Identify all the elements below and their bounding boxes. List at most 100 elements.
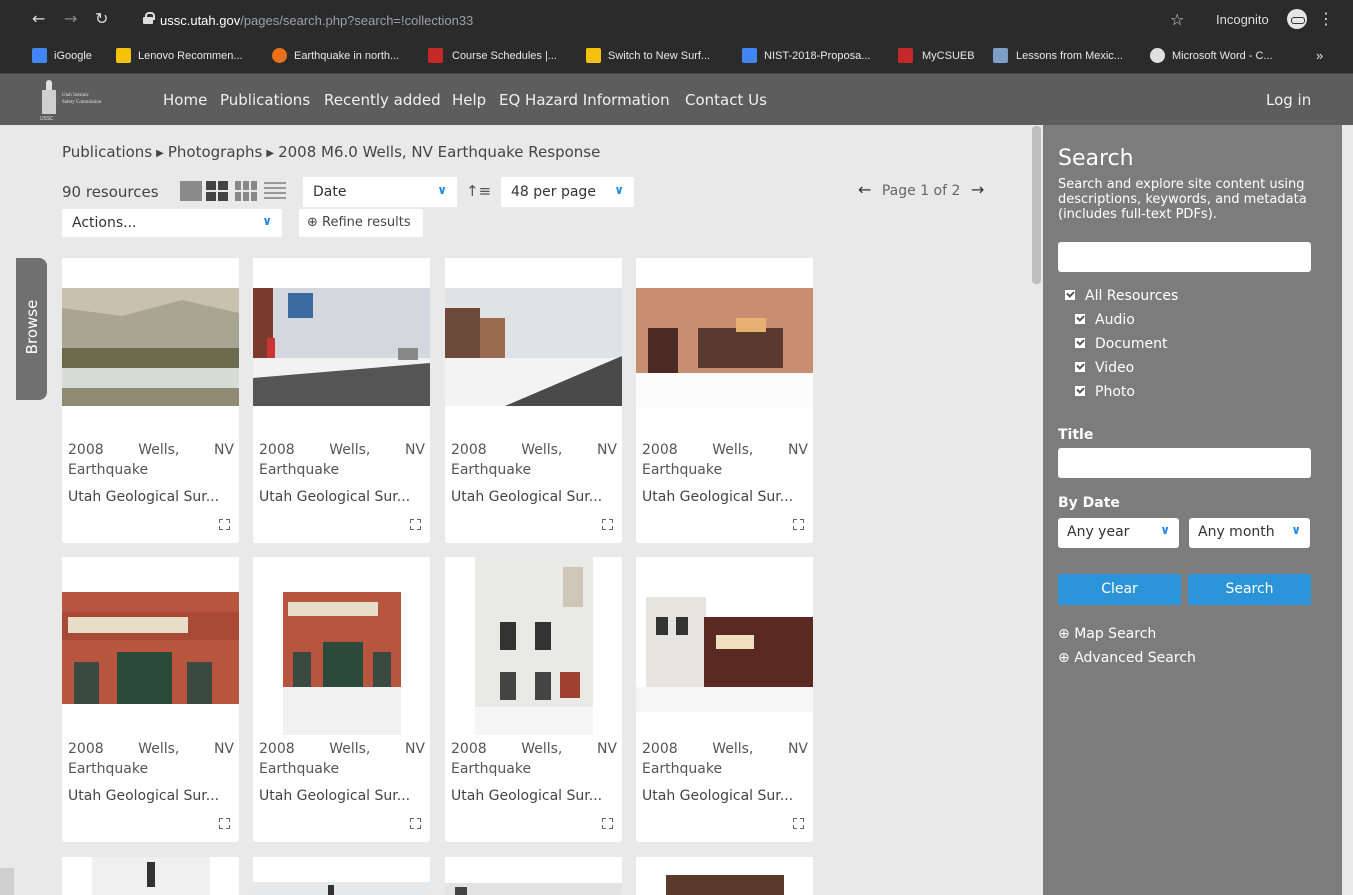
view-list-icon[interactable] <box>264 181 286 201</box>
year-select[interactable]: Any year ∨ <box>1058 518 1179 548</box>
thumbnail-image[interactable] <box>253 557 430 735</box>
earthquake-favicon-icon <box>272 48 287 63</box>
view-small-thumbs-icon[interactable] <box>235 181 257 201</box>
title-input[interactable] <box>1058 448 1311 478</box>
thumbnail-image[interactable] <box>636 857 813 895</box>
resource-card[interactable]: 2008 Wells, NV Earthquake Utah Geologica… <box>253 557 430 842</box>
expand-icon[interactable] <box>793 519 804 530</box>
expand-icon[interactable] <box>219 519 230 530</box>
nav-home[interactable]: Home <box>163 91 207 109</box>
card-title-line2: Earthquake <box>259 761 340 777</box>
pager: ← Page 1 of 2 → <box>858 180 984 199</box>
docs-favicon-icon <box>742 48 757 63</box>
bookmark-item[interactable]: MyCSUEB <box>922 50 975 62</box>
month-select[interactable]: Any month ∨ <box>1189 518 1310 548</box>
checkbox-video[interactable]: Video <box>1075 360 1134 376</box>
sort-direction-icon[interactable]: ↑≡ <box>466 182 491 200</box>
nav-publications[interactable]: Publications <box>220 91 310 109</box>
bookmark-item[interactable]: Lenovo Recommen... <box>138 50 243 62</box>
thumbnail-image[interactable] <box>253 258 430 436</box>
card-source: Utah Geological Sur... <box>259 489 411 505</box>
advanced-search-link[interactable]: ⊕ Advanced Search <box>1058 650 1196 666</box>
thumbnail-image[interactable] <box>62 258 239 436</box>
sort-select[interactable]: Date ∨ <box>303 177 457 207</box>
expand-icon[interactable] <box>219 818 230 829</box>
page-corner <box>0 868 14 895</box>
nav-recently-added[interactable]: Recently added <box>324 91 441 109</box>
bookmark-item[interactable]: iGoogle <box>54 50 92 62</box>
expand-icon[interactable] <box>602 519 613 530</box>
prev-page-icon[interactable]: ← <box>858 180 871 199</box>
resource-card[interactable]: 2008 Wells, NV Earthquake Utah Geologica… <box>62 557 239 842</box>
map-search-link[interactable]: ⊕ Map Search <box>1058 626 1156 642</box>
thumbnail-image[interactable] <box>62 557 239 735</box>
bookmark-item[interactable]: Lessons from Mexic... <box>1016 50 1123 62</box>
forward-icon[interactable]: → <box>64 9 77 28</box>
thumbnail-image[interactable] <box>445 857 622 895</box>
thumbnail-image[interactable] <box>445 258 622 436</box>
view-thumbs-icon[interactable] <box>206 181 228 201</box>
resource-card[interactable]: 2008 Wells, NV Earthquake Utah Geologica… <box>253 258 430 543</box>
bookmark-item[interactable]: NIST-2018-Proposa... <box>764 50 870 62</box>
expand-icon[interactable] <box>410 818 421 829</box>
resource-card[interactable] <box>62 857 239 895</box>
bookmark-item[interactable]: Microsoft Word - C... <box>1172 50 1273 62</box>
bookmark-item[interactable]: Earthquake in north... <box>294 50 399 62</box>
card-title-line1: 2008 Wells, NV <box>68 442 234 458</box>
back-icon[interactable]: ← <box>32 9 45 28</box>
thumbnail-image[interactable] <box>445 557 622 735</box>
checkbox-photo[interactable]: Photo <box>1075 384 1135 400</box>
checkbox-document[interactable]: Document <box>1075 336 1168 352</box>
browse-tab[interactable]: Browse <box>16 258 47 400</box>
search-button[interactable]: Search <box>1188 574 1311 605</box>
resource-card[interactable] <box>253 857 430 895</box>
page-scrollbar-thumb[interactable] <box>1032 126 1041 284</box>
login-link[interactable]: Log in <box>1266 91 1311 109</box>
expand-icon[interactable] <box>410 519 421 530</box>
resource-card[interactable]: 2008 Wells, NV Earthquake Utah Geologica… <box>62 258 239 543</box>
incognito-icon[interactable] <box>1287 9 1307 29</box>
resource-card[interactable]: 2008 Wells, NV Earthquake Utah Geologica… <box>636 258 813 543</box>
nav-eq-hazard[interactable]: EQ Hazard Information <box>499 91 670 109</box>
site-logo[interactable]: Utah Seismic Safety Commission USSC <box>40 80 136 122</box>
nav-help[interactable]: Help <box>452 91 486 109</box>
checkbox-audio[interactable]: Audio <box>1075 312 1135 328</box>
checkbox-label: Document <box>1095 336 1168 352</box>
thumbnail-image[interactable] <box>636 258 813 436</box>
breadcrumb-current[interactable]: 2008 M6.0 Wells, NV Earthquake Response <box>278 143 600 161</box>
actions-select[interactable]: Actions... ∨ <box>62 209 282 237</box>
view-large-thumbs-icon[interactable] <box>180 181 202 201</box>
clear-button[interactable]: Clear <box>1058 574 1181 605</box>
address-bar[interactable]: ussc.utah.gov/pages/search.php?search=!c… <box>160 13 473 28</box>
next-page-icon[interactable]: → <box>971 180 984 199</box>
expand-icon[interactable] <box>793 818 804 829</box>
refine-results-button[interactable]: ⊕ Refine results <box>299 209 423 237</box>
url-host: ussc.utah.gov <box>160 13 241 28</box>
thumbnail-image[interactable] <box>253 857 430 895</box>
reload-icon[interactable]: ↻ <box>95 9 108 28</box>
resource-card[interactable]: 2008 Wells, NV Earthquake Utah Geologica… <box>445 258 622 543</box>
expand-icon[interactable] <box>602 818 613 829</box>
bookmark-item[interactable]: Course Schedules |... <box>452 50 557 62</box>
browser-menu-icon[interactable]: ⋮ <box>1318 9 1334 28</box>
lock-icon <box>143 12 155 24</box>
resource-card[interactable]: 2008 Wells, NV Earthquake Utah Geologica… <box>636 557 813 842</box>
resource-card[interactable] <box>445 857 622 895</box>
search-input[interactable] <box>1058 242 1311 272</box>
bookmark-star-icon[interactable]: ☆ <box>1170 10 1184 29</box>
card-title-line2: Earthquake <box>68 761 149 777</box>
per-page-select[interactable]: 48 per page ∨ <box>501 177 634 207</box>
eb-favicon-icon <box>898 48 913 63</box>
thumbnail-image[interactable] <box>636 557 813 735</box>
breadcrumb-publications[interactable]: Publications <box>62 143 152 161</box>
resource-card[interactable]: 2008 Wells, NV Earthquake Utah Geologica… <box>445 557 622 842</box>
resource-card[interactable] <box>636 857 813 895</box>
chevron-down-icon: ∨ <box>1291 523 1301 537</box>
thumbnail-image[interactable] <box>62 857 239 895</box>
checkbox-all-resources[interactable]: All Resources <box>1065 288 1178 304</box>
nav-contact[interactable]: Contact Us <box>685 91 767 109</box>
bookmark-item[interactable]: Switch to New Surf... <box>608 50 710 62</box>
bookmarks-overflow[interactable]: » <box>1316 48 1323 63</box>
globe-icon: ⊕ <box>1058 626 1070 642</box>
breadcrumb-photographs[interactable]: Photographs <box>168 143 263 161</box>
